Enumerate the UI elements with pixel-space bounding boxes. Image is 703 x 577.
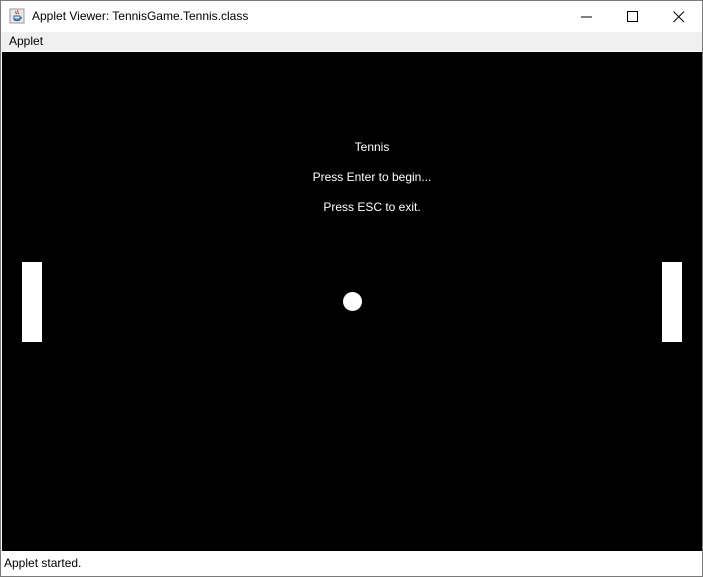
window-title: Applet Viewer: TennisGame.Tennis.class — [32, 9, 249, 23]
status-bar: Applet started. — [1, 551, 702, 576]
maximize-icon — [627, 11, 638, 22]
applet-viewer-window: Applet Viewer: TennisGame.Tennis.class A… — [0, 0, 703, 577]
close-button[interactable] — [656, 1, 702, 32]
menu-applet[interactable]: Applet — [8, 34, 44, 48]
title-bar[interactable]: Applet Viewer: TennisGame.Tennis.class — [1, 1, 702, 32]
minimize-button[interactable] — [564, 1, 610, 32]
menu-bar: Applet — [1, 32, 702, 51]
exit-prompt: Press ESC to exit. — [323, 200, 421, 214]
game-title: Tennis — [354, 140, 390, 154]
game-canvas[interactable]: Tennis Press Enter to begin... Press ESC… — [2, 52, 702, 551]
maximize-button[interactable] — [610, 1, 656, 32]
status-text: Applet started. — [4, 556, 82, 570]
right-paddle — [662, 262, 682, 342]
close-icon — [673, 11, 685, 23]
minimize-icon — [581, 16, 592, 18]
ball — [343, 292, 362, 311]
left-paddle — [22, 262, 42, 342]
java-icon — [9, 8, 25, 24]
start-prompt: Press Enter to begin... — [312, 170, 432, 184]
